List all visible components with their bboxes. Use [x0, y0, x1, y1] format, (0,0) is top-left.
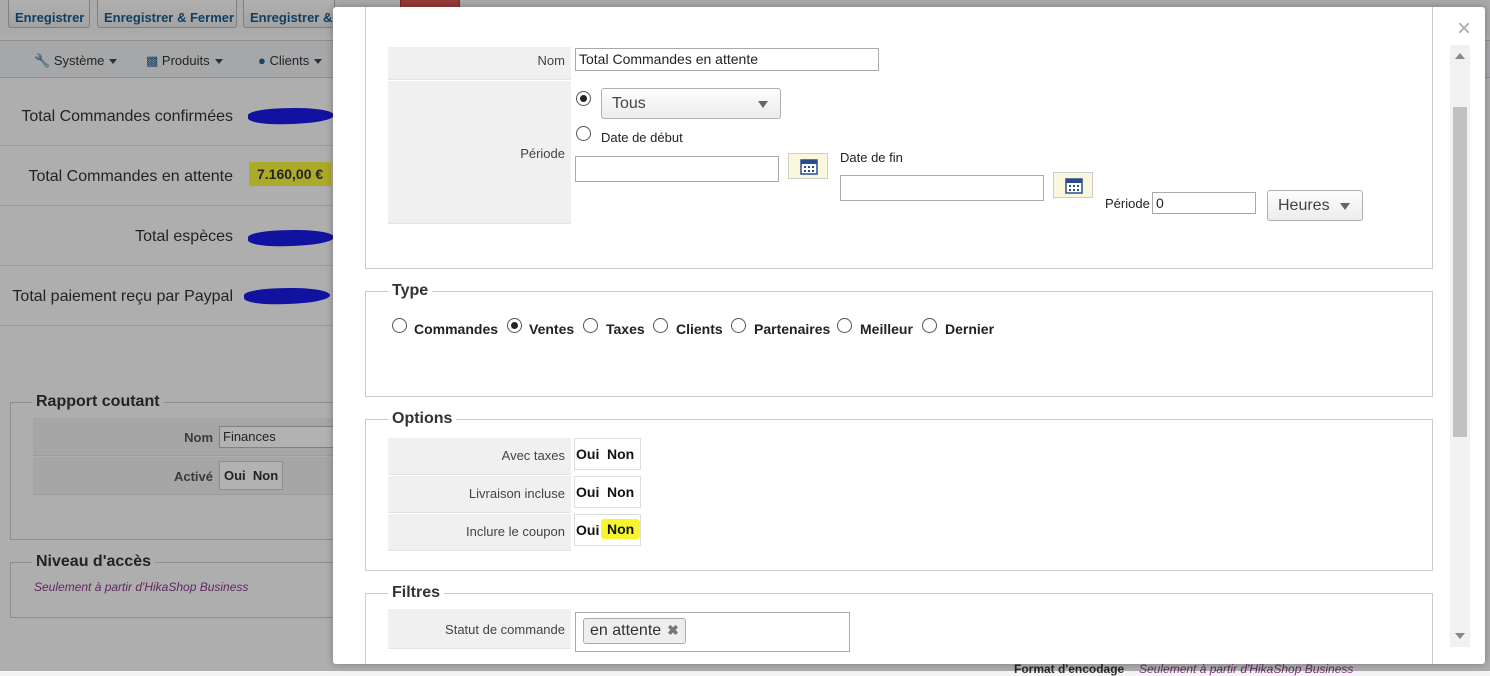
type-radio-commandes[interactable]	[392, 318, 407, 333]
options-legend: Options	[388, 410, 457, 428]
close-icon[interactable]: ×	[1457, 17, 1471, 41]
option-toggle-coupon[interactable]: Oui Non	[574, 514, 641, 546]
period-all-radio[interactable]	[576, 91, 591, 106]
scrollbar[interactable]	[1450, 45, 1470, 647]
type-label-taxes: Taxes	[606, 321, 645, 337]
start-calendar-button[interactable]	[788, 153, 828, 179]
option-row-coupon: Inclure le coupon	[388, 514, 571, 551]
type-label-dernier: Dernier	[945, 321, 995, 337]
yes-option[interactable]: Oui	[576, 484, 599, 500]
caret-down-icon	[758, 101, 768, 108]
type-radio-taxes[interactable]	[583, 318, 598, 333]
type-label-commandes: Commandes	[414, 321, 499, 337]
status-tag: en attente ✖	[583, 618, 686, 644]
type-radio-partenaires[interactable]	[731, 318, 746, 333]
remove-tag-icon[interactable]: ✖	[667, 622, 679, 638]
end-date-label: Date de fin	[840, 150, 903, 165]
no-option[interactable]: Non	[607, 446, 634, 462]
type-label-ventes: Ventes	[529, 321, 575, 337]
modal-content: Nom Total Commandes en attente Période T…	[333, 7, 1450, 664]
option-label-coupon: Inclure le coupon	[465, 524, 565, 539]
period-select-value: Tous	[612, 95, 646, 112]
end-calendar-button[interactable]	[1053, 172, 1093, 198]
yes-option[interactable]: Oui	[576, 522, 599, 538]
type-radio-clients[interactable]	[653, 318, 668, 333]
calendar-icon	[1065, 178, 1083, 194]
filters-legend: Filtres	[388, 584, 445, 602]
no-option-selected[interactable]: Non	[601, 519, 641, 539]
status-row: Statut de commande	[388, 609, 571, 649]
type-legend: Type	[388, 282, 433, 300]
end-date-input[interactable]	[840, 175, 1044, 201]
option-row-taxes: Avec taxes	[388, 438, 571, 475]
period-unit-select[interactable]: Heures	[1267, 190, 1363, 221]
scroll-down-icon[interactable]	[1455, 633, 1465, 639]
period-label: Période	[520, 146, 565, 161]
scroll-up-icon[interactable]	[1455, 53, 1465, 59]
start-date-label: Date de début	[601, 130, 683, 145]
period-row: Période	[388, 81, 571, 224]
status-tag-label: en attente	[590, 622, 662, 639]
name-row: Nom	[388, 47, 571, 80]
modal-dialog: × Nom Total Commandes en attente Période…	[333, 7, 1485, 664]
period-amount-label: Période	[1105, 196, 1150, 211]
type-label-meilleur: Meilleur	[860, 321, 913, 337]
start-date-input[interactable]	[575, 156, 779, 182]
scrollbar-thumb[interactable]	[1453, 107, 1467, 437]
calendar-icon	[800, 159, 818, 175]
period-amount-input[interactable]: 0	[1152, 192, 1256, 214]
option-toggle-taxes[interactable]: Oui Non	[574, 438, 641, 470]
no-option[interactable]: Non	[607, 484, 634, 500]
option-toggle-shipping[interactable]: Oui Non	[574, 476, 641, 508]
yes-option[interactable]: Oui	[576, 446, 599, 462]
name-input[interactable]: Total Commandes en attente	[575, 48, 879, 71]
type-fieldset	[365, 291, 1433, 397]
name-label: Nom	[537, 53, 565, 68]
option-label-shipping: Livraison incluse	[468, 486, 565, 501]
period-select[interactable]: Tous	[601, 88, 781, 119]
type-radio-ventes[interactable]	[507, 318, 522, 333]
period-dates-radio[interactable]	[576, 126, 591, 141]
status-multiselect[interactable]: en attente ✖	[575, 612, 850, 652]
type-radio-meilleur[interactable]	[837, 318, 852, 333]
type-label-partenaires: Partenaires	[754, 321, 831, 337]
period-unit-value: Heures	[1278, 197, 1330, 214]
type-radio-dernier[interactable]	[922, 318, 937, 333]
option-row-shipping: Livraison incluse	[388, 476, 571, 513]
status-label: Statut de commande	[445, 622, 565, 637]
caret-down-icon	[1340, 203, 1350, 210]
option-label-taxes: Avec taxes	[501, 448, 565, 463]
type-label-clients: Clients	[676, 321, 723, 337]
